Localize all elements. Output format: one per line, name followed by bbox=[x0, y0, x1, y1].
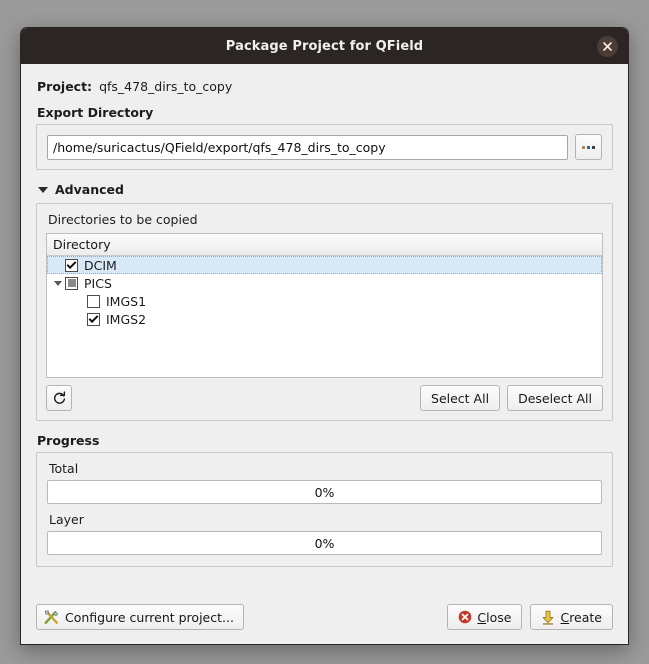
close-button-label: Close bbox=[477, 610, 511, 625]
progress-group: Total 0% Layer 0% bbox=[36, 452, 613, 567]
close-rest: lose bbox=[486, 609, 512, 625]
dialog-title: Package Project for QField bbox=[225, 38, 424, 54]
total-progress-value: 0% bbox=[314, 484, 335, 500]
dialog-content: Project: qfs_478_dirs_to_copy Export Dir… bbox=[21, 64, 628, 644]
directory-name: DCIM bbox=[84, 257, 117, 273]
directory-name: IMGS1 bbox=[106, 293, 147, 309]
create-button-label: Create bbox=[560, 610, 602, 625]
total-progress-label: Total bbox=[49, 461, 79, 476]
advanced-toggle[interactable]: Advanced bbox=[38, 182, 613, 197]
window-close-button[interactable] bbox=[597, 36, 618, 57]
create-rest: reate bbox=[569, 609, 602, 625]
create-mnemonic: C bbox=[560, 609, 570, 625]
close-mnemonic: C bbox=[477, 609, 487, 625]
project-label: Project: bbox=[37, 79, 93, 94]
directory-checkbox[interactable] bbox=[65, 276, 78, 290]
deselect-all-button[interactable]: Deselect All bbox=[507, 385, 603, 411]
refresh-directories-button[interactable] bbox=[46, 385, 72, 411]
dialog-footer: Configure current project... Close Creat… bbox=[36, 604, 613, 630]
error-circle-icon bbox=[458, 610, 472, 624]
export-directory-group: /home/suricactus/QField/export/qfs_478_d… bbox=[36, 124, 613, 170]
project-value: qfs_478_dirs_to_copy bbox=[99, 79, 233, 94]
advanced-label: Advanced bbox=[55, 182, 124, 197]
layer-progress-value: 0% bbox=[314, 535, 335, 551]
chevron-down-icon bbox=[38, 186, 48, 193]
directories-caption: Directories to be copied bbox=[48, 212, 198, 227]
refresh-icon bbox=[53, 390, 65, 404]
directories-column-header[interactable]: Directory bbox=[47, 234, 602, 256]
create-button[interactable]: Create bbox=[530, 604, 613, 630]
directory-name: IMGS2 bbox=[106, 311, 147, 327]
layer-progress-label: Layer bbox=[49, 512, 84, 527]
package-project-dialog: Package Project for QField Project: qfs_… bbox=[20, 27, 629, 645]
download-arrow-icon bbox=[541, 610, 555, 625]
export-directory-input[interactable]: /home/suricactus/QField/export/qfs_478_d… bbox=[47, 134, 568, 160]
configure-current-project-button[interactable]: Configure current project... bbox=[36, 604, 244, 630]
tree-row[interactable]: IMGS1 bbox=[47, 292, 602, 310]
expand-toggle-icon[interactable] bbox=[51, 280, 65, 286]
tree-row[interactable]: PICS bbox=[47, 274, 602, 292]
configure-current-project-label: Configure current project... bbox=[65, 609, 234, 625]
browse-directory-button[interactable] bbox=[575, 134, 602, 160]
export-directory-row: /home/suricactus/QField/export/qfs_478_d… bbox=[47, 134, 602, 160]
directory-name: PICS bbox=[84, 275, 112, 291]
progress-label: Progress bbox=[37, 433, 100, 448]
dialog-titlebar: Package Project for QField bbox=[21, 28, 628, 64]
total-progress-bar: 0% bbox=[47, 480, 602, 504]
advanced-group: Directories to be copied Directory DCIM P… bbox=[36, 203, 613, 421]
close-button[interactable]: Close bbox=[447, 604, 523, 630]
column-header-directory: Directory bbox=[53, 237, 111, 252]
directories-tree[interactable]: Directory DCIM PICS IMGS1 IMGS2 bbox=[46, 233, 603, 378]
directory-checkbox[interactable] bbox=[65, 258, 78, 272]
directories-actions: Select All Deselect All bbox=[46, 385, 603, 411]
directory-checkbox[interactable] bbox=[87, 294, 100, 308]
ellipsis-icon bbox=[582, 145, 595, 149]
directory-checkbox[interactable] bbox=[87, 312, 100, 326]
tree-row[interactable]: IMGS2 bbox=[47, 310, 602, 328]
tools-icon bbox=[43, 609, 60, 626]
close-icon bbox=[603, 42, 612, 51]
project-row: Project: qfs_478_dirs_to_copy bbox=[37, 79, 613, 94]
export-directory-label: Export Directory bbox=[37, 105, 154, 120]
directories-tree-rows: DCIM PICS IMGS1 IMGS2 bbox=[47, 256, 602, 328]
tree-row[interactable]: DCIM bbox=[47, 256, 602, 274]
layer-progress-bar: 0% bbox=[47, 531, 602, 555]
select-all-button[interactable]: Select All bbox=[420, 385, 501, 411]
